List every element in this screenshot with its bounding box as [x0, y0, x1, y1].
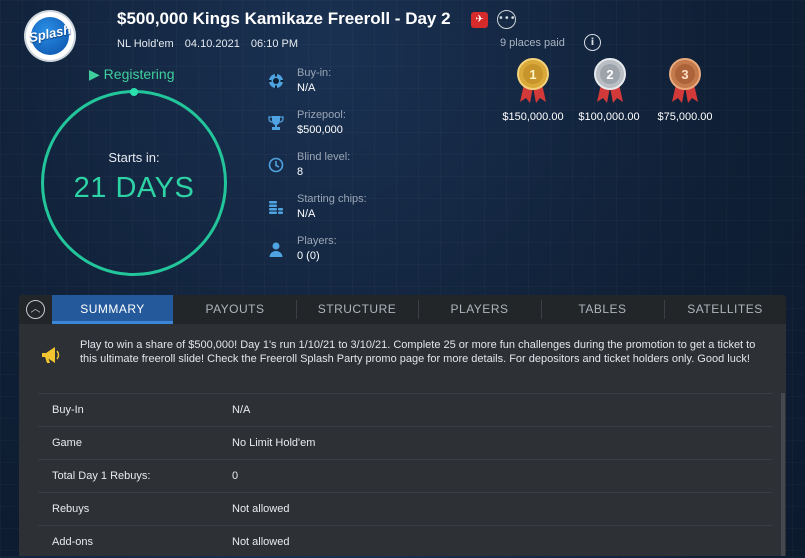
prize-amount-3: $75,000.00	[657, 111, 713, 123]
starting-chips-value: N/A	[297, 208, 316, 220]
promo-description: Play to win a share of $500,000! Day 1's…	[80, 339, 756, 365]
table-row: Add-ons Not allowed	[38, 525, 772, 558]
row-key: Rebuys	[52, 503, 90, 515]
megaphone-icon	[42, 347, 60, 363]
row-key: Buy-In	[52, 404, 84, 416]
row-key: Game	[52, 437, 82, 449]
tab-tables[interactable]: TABLES	[541, 295, 664, 324]
table-row: Buy-In N/A	[38, 393, 772, 426]
row-value: Not allowed	[232, 536, 290, 548]
start-time: 06:10 PM	[250, 38, 298, 50]
row-value: Not allowed	[232, 503, 290, 515]
row-key: Total Day 1 Rebuys:	[52, 470, 151, 482]
tab-players[interactable]: PLAYERS	[418, 295, 541, 324]
play-icon: ▶	[89, 66, 100, 82]
table-row: Total Day 1 Rebuys: 0	[38, 459, 772, 492]
status-label: Registering	[103, 66, 175, 82]
gold-medal-icon: 1	[517, 58, 549, 103]
trophy-icon	[268, 116, 284, 130]
tab-summary[interactable]: SUMMARY	[52, 295, 173, 324]
splash-logo: Splash	[26, 12, 74, 60]
blind-level-label: Blind level:	[297, 151, 351, 163]
players-value: 0 (0)	[297, 250, 320, 262]
prizepool-label: Prizepool:	[297, 109, 346, 121]
row-value: N/A	[232, 404, 251, 416]
medal-rank-1: 1	[529, 67, 536, 82]
flag-icon[interactable]: ✈	[471, 12, 488, 28]
row-value: 0	[232, 470, 239, 482]
tab-satellites[interactable]: SATELLITES	[664, 295, 786, 324]
players-label: Players:	[297, 235, 337, 247]
countdown-ring-marker	[130, 88, 138, 96]
buy-in-value: N/A	[297, 82, 316, 94]
silver-medal-icon: 2	[594, 58, 626, 103]
row-key: Add-ons	[52, 536, 93, 548]
clock-icon	[268, 157, 284, 173]
info-icon[interactable]: i	[584, 34, 601, 51]
starts-in-value: 21 DAYS	[73, 172, 195, 204]
game-type: NL Hold'em	[117, 38, 174, 50]
bronze-medal-icon: 3	[669, 58, 701, 103]
medal-rank-2: 2	[606, 67, 613, 82]
table-row: Rebuys Not allowed	[38, 492, 772, 525]
buy-in-label: Buy-in:	[297, 67, 332, 79]
start-date: 04.10.2021	[184, 38, 240, 50]
chip-stack-icon	[269, 201, 283, 214]
more-options-icon[interactable]: •••	[497, 10, 516, 29]
user-icon	[269, 242, 283, 257]
prizepool-value: $500,000	[297, 124, 343, 136]
starting-chips-label: Starting chips:	[297, 193, 367, 205]
tournament-subline: NL Hold'em 04.10.2021 06:10 PM	[117, 38, 306, 50]
poker-chip-icon	[268, 73, 284, 89]
row-value: No Limit Hold'em	[232, 437, 316, 449]
collapse-icon[interactable]: ︿	[26, 300, 45, 319]
tab-structure[interactable]: STRUCTURE	[296, 295, 418, 324]
tab-payouts[interactable]: PAYOUTS	[174, 295, 296, 324]
blind-level-value: 8	[297, 166, 304, 178]
summary-table: Buy-In N/A Game No Limit Hold'em Total D…	[38, 393, 772, 558]
registration-status: ▶ Registering	[89, 66, 175, 83]
table-row: Game No Limit Hold'em	[38, 426, 772, 459]
medal-rank-3: 3	[681, 67, 688, 82]
tournament-title: $500,000 Kings Kamikaze Freeroll - Day 2	[117, 9, 451, 28]
starts-in-label: Starts in:	[108, 150, 160, 165]
places-paid: 9 places paid	[500, 37, 565, 49]
scrollbar[interactable]	[781, 393, 785, 556]
